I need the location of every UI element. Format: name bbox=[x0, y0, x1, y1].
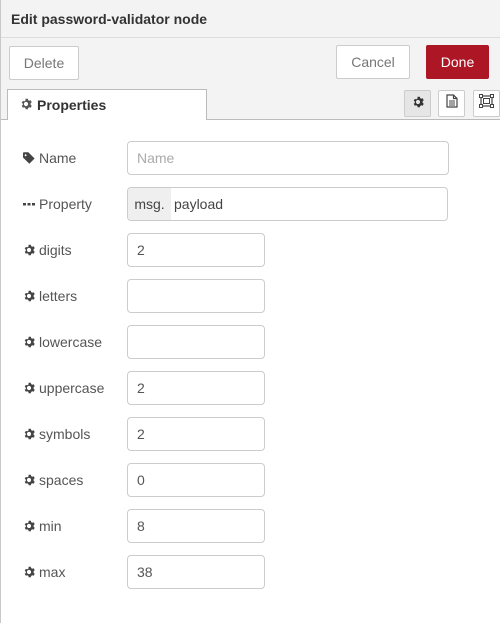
property-type-prefix[interactable]: msg. bbox=[128, 188, 171, 220]
appearance-icon bbox=[479, 94, 494, 113]
symbols-input[interactable] bbox=[127, 417, 265, 451]
max-label: max bbox=[23, 555, 65, 589]
lowercase-label: lowercase bbox=[23, 325, 102, 359]
row-symbols: symbols bbox=[1, 417, 500, 451]
digits-label: digits bbox=[23, 233, 72, 267]
letters-label: letters bbox=[23, 279, 77, 313]
gear-icon bbox=[23, 474, 35, 486]
done-button[interactable]: Done bbox=[426, 45, 489, 79]
tab-properties[interactable]: Properties bbox=[7, 89, 207, 121]
min-label: min bbox=[23, 509, 62, 543]
row-name: Name bbox=[1, 141, 500, 175]
gear-icon bbox=[23, 566, 35, 578]
letters-input[interactable] bbox=[127, 279, 265, 313]
gear-icon bbox=[23, 244, 35, 256]
gear-icon bbox=[412, 95, 424, 113]
tray-title: Edit password-validator node bbox=[1, 0, 500, 38]
gear-icon bbox=[23, 428, 35, 440]
property-label: Property bbox=[23, 187, 92, 221]
property-value[interactable]: payload bbox=[171, 196, 223, 212]
gear-icon bbox=[23, 290, 35, 302]
row-digits: digits bbox=[1, 233, 500, 267]
ellipsis-icon bbox=[23, 198, 35, 210]
row-lowercase: lowercase bbox=[1, 325, 500, 359]
symbols-label: symbols bbox=[23, 417, 90, 451]
gear-icon bbox=[23, 336, 35, 348]
tab-appearance-button[interactable] bbox=[473, 90, 500, 117]
edit-node-tray: Edit password-validator node Delete Canc… bbox=[0, 0, 500, 623]
gear-icon bbox=[23, 520, 35, 532]
tab-description-button[interactable] bbox=[438, 90, 465, 117]
row-uppercase: uppercase bbox=[1, 371, 500, 405]
name-label: Name bbox=[23, 141, 76, 175]
property-typed-input[interactable]: msg. payload bbox=[127, 187, 448, 221]
properties-form: Name Property msg. payload di bbox=[1, 120, 500, 623]
uppercase-label: uppercase bbox=[23, 371, 104, 405]
min-input[interactable] bbox=[127, 509, 265, 543]
gear-icon bbox=[20, 97, 32, 113]
lowercase-input[interactable] bbox=[127, 325, 265, 359]
row-property: Property msg. payload bbox=[1, 187, 500, 221]
tray-toolbar: Delete Cancel Done bbox=[1, 38, 500, 82]
spaces-label: spaces bbox=[23, 463, 83, 497]
name-input[interactable] bbox=[127, 141, 449, 175]
gear-icon bbox=[23, 382, 35, 394]
max-input[interactable] bbox=[127, 555, 265, 589]
row-max: max bbox=[1, 555, 500, 589]
cancel-button[interactable]: Cancel bbox=[336, 45, 410, 79]
description-icon bbox=[445, 94, 458, 113]
tab-settings-button[interactable] bbox=[404, 90, 431, 117]
tab-properties-label: Properties bbox=[37, 97, 107, 113]
delete-button[interactable]: Delete bbox=[9, 46, 79, 80]
tabs-bar: Properties bbox=[1, 82, 500, 121]
row-letters: letters bbox=[1, 279, 500, 313]
spaces-input[interactable] bbox=[127, 463, 265, 497]
digits-input[interactable] bbox=[127, 233, 265, 267]
uppercase-input[interactable] bbox=[127, 371, 265, 405]
row-min: min bbox=[1, 509, 500, 543]
tag-icon bbox=[23, 152, 35, 164]
row-spaces: spaces bbox=[1, 463, 500, 497]
